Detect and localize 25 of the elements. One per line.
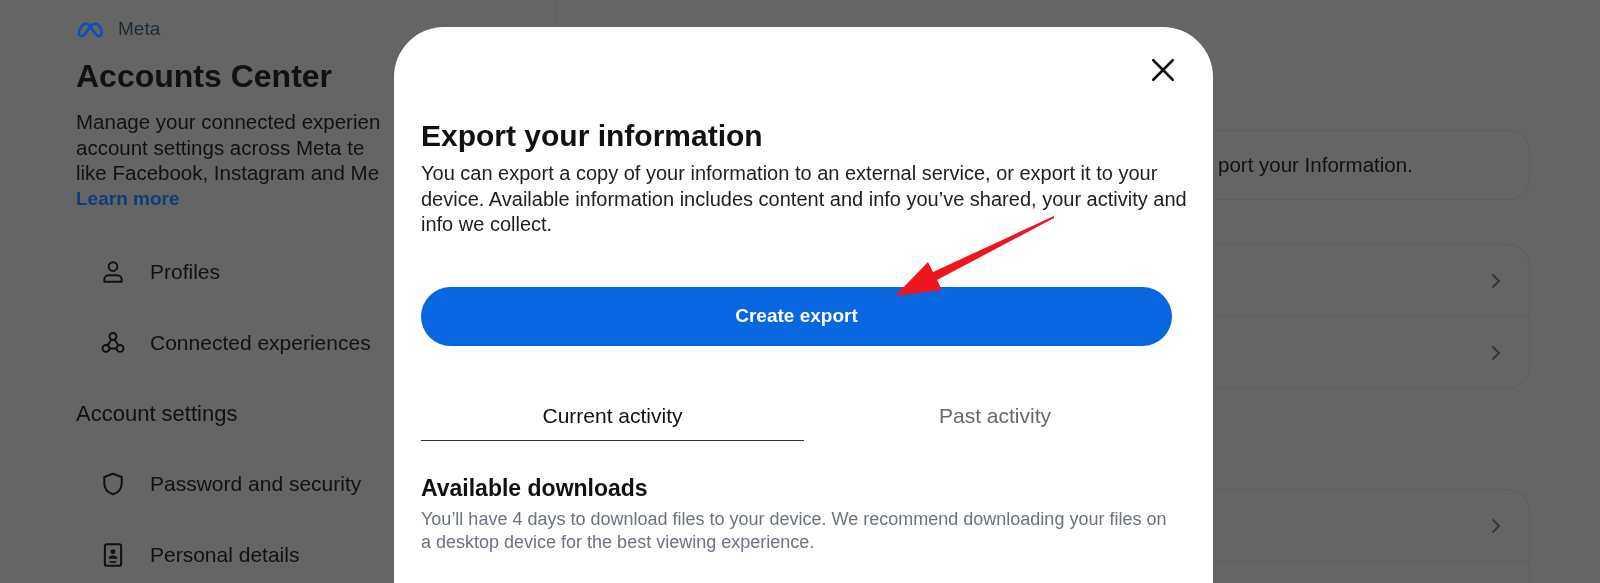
learn-more-link[interactable]: Learn more xyxy=(76,185,180,211)
nav-item[interactable]: Personal details xyxy=(100,519,300,583)
create-export-button[interactable]: Create export xyxy=(421,286,1172,346)
tab[interactable]: Past activity xyxy=(804,391,1186,441)
notice-text: port your Information. xyxy=(1218,153,1413,177)
connected-nodes-icon xyxy=(100,330,126,356)
shield-icon xyxy=(100,471,126,497)
section-heading: Available downloads xyxy=(421,474,649,502)
person-icon xyxy=(100,259,126,285)
description-text: Manage your connected experien xyxy=(76,109,381,135)
chevron-right-icon xyxy=(1491,517,1501,534)
tab[interactable]: Current activity xyxy=(421,391,804,441)
nav-item[interactable]: Connected experiences xyxy=(100,307,371,379)
description-text: like Facebook, Instagram and Me xyxy=(76,160,380,186)
chevron-right-icon xyxy=(1491,344,1501,361)
nav-item[interactable]: Profiles xyxy=(100,236,221,308)
brand-name: Meta xyxy=(118,18,161,40)
dialog-title: Export your information xyxy=(421,119,764,153)
chevron-right-icon xyxy=(1491,272,1501,289)
page-title: Accounts Center xyxy=(76,58,334,95)
section-description: You’ll have 4 days to download files to your device. We recommend downloading your files on a desktop device for the best viewing experience. xyxy=(421,507,1168,554)
section-heading: Account settings xyxy=(76,399,238,428)
description-text: account settings across Meta te xyxy=(76,134,365,160)
dialog-description: You can export a copy of your information to an external service, or export it to your device. Available information includes content and info you’ve shared, your activity and info we collect. xyxy=(421,161,1188,237)
nav-item[interactable]: Password and security xyxy=(100,448,362,520)
